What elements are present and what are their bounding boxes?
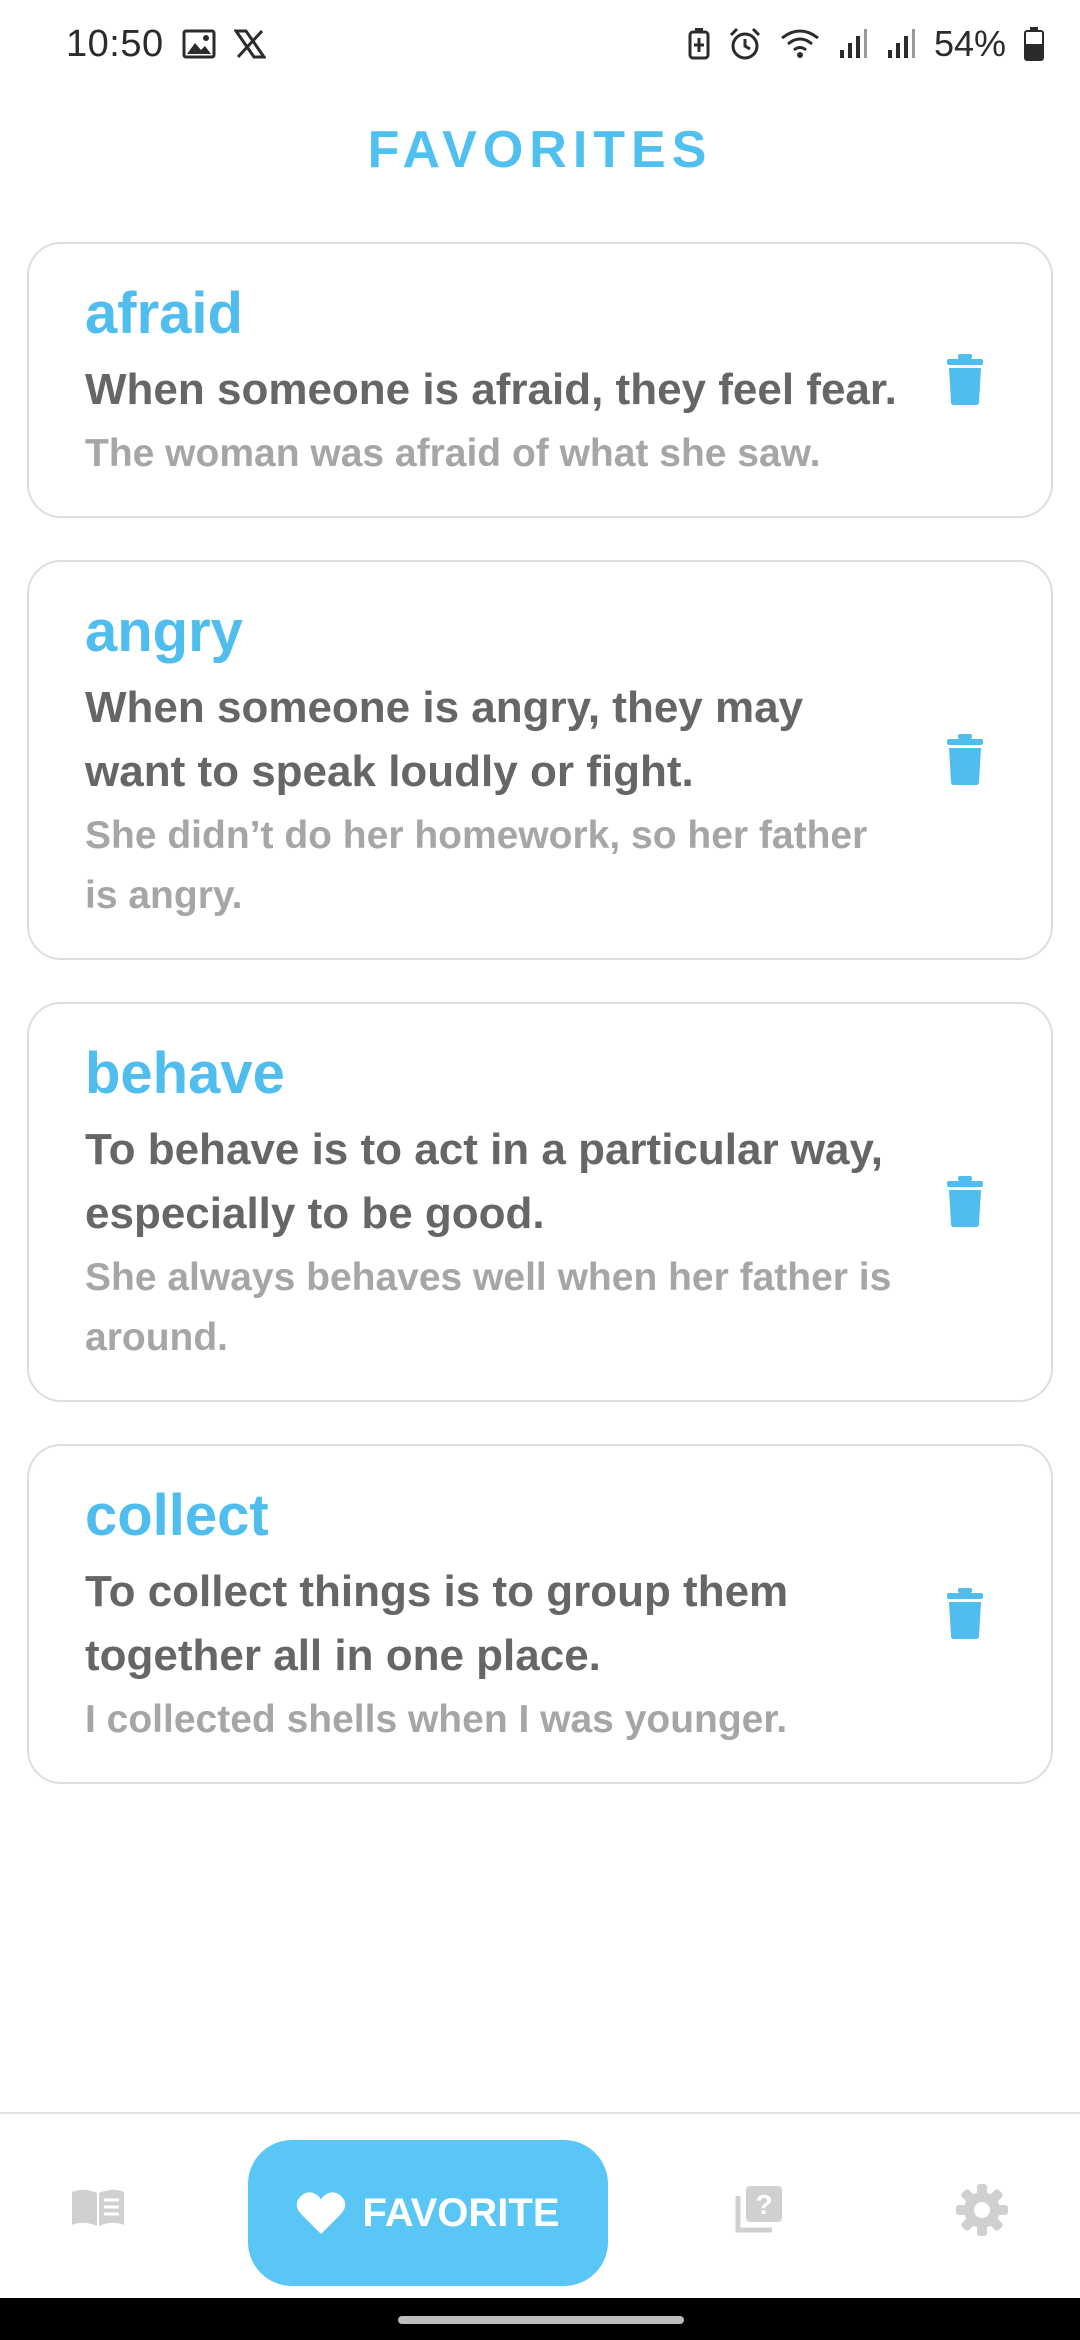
status-left: 10:50 xyxy=(66,23,266,66)
favorite-card: afraid When someone is afraid, they feel… xyxy=(27,242,1053,518)
signal-icon xyxy=(886,28,916,60)
favorite-example: I collected shells when I was younger. xyxy=(85,1698,788,1741)
favorite-example: She always behaves well when her father … xyxy=(85,1256,892,1359)
wifi-icon xyxy=(780,28,820,60)
trash-icon[interactable] xyxy=(945,734,985,786)
favorite-definition: To behave is to act in a particular way,… xyxy=(85,1125,883,1238)
favorites-screen: 10:50 54% FAVORITES afraid When someone … xyxy=(0,0,1080,2340)
favorite-example: She didn’t do her homework, so her fathe… xyxy=(85,814,868,917)
trash-icon[interactable] xyxy=(945,1588,985,1640)
heart-icon xyxy=(296,2191,346,2235)
status-right: 54% xyxy=(688,23,1044,65)
gear-icon[interactable] xyxy=(956,2184,1008,2241)
bottom-nav: FAVORITE ? xyxy=(0,2112,1080,2298)
home-indicator[interactable] xyxy=(398,2316,684,2324)
system-nav-bar xyxy=(0,2298,1080,2340)
status-bar: 10:50 54% xyxy=(0,0,1080,88)
page-title: FAVORITES xyxy=(367,121,713,179)
favorite-example: The woman was afraid of what she saw. xyxy=(85,432,821,475)
battery-percent: 54% xyxy=(933,23,1006,64)
gallery-icon xyxy=(182,29,216,59)
favorite-definition: To collect things is to group them toget… xyxy=(85,1567,789,1680)
favorite-word: afraid xyxy=(85,281,243,346)
battery-icon xyxy=(1024,27,1044,61)
tab-favorite[interactable]: FAVORITE xyxy=(248,2140,608,2286)
battery-saver-icon xyxy=(688,28,710,60)
x-logo-icon xyxy=(233,29,266,59)
tab-favorite-label: FAVORITE xyxy=(362,2190,560,2235)
trash-icon[interactable] xyxy=(945,354,985,406)
favorite-card: collect To collect things is to group th… xyxy=(27,1444,1053,1784)
favorite-definition: When someone is angry, they may want to … xyxy=(85,683,804,796)
favorite-card: behave To behave is to act in a particul… xyxy=(27,1002,1053,1402)
status-time: 10:50 xyxy=(66,22,164,65)
signal-icon xyxy=(838,28,868,60)
svg-text:?: ? xyxy=(755,2189,772,2220)
book-icon[interactable] xyxy=(70,2188,126,2233)
favorite-definition: When someone is afraid, they feel fear. xyxy=(85,365,897,414)
trash-icon[interactable] xyxy=(945,1176,985,1228)
favorites-list: afraid When someone is afraid, they feel… xyxy=(27,242,1053,1826)
favorite-word: behave xyxy=(85,1041,285,1106)
favorite-word: collect xyxy=(85,1483,269,1548)
quiz-icon[interactable]: ? xyxy=(734,2184,784,2239)
favorite-word: angry xyxy=(85,599,243,664)
alarm-icon xyxy=(728,27,762,61)
favorite-card: angry When someone is angry, they may wa… xyxy=(27,560,1053,960)
